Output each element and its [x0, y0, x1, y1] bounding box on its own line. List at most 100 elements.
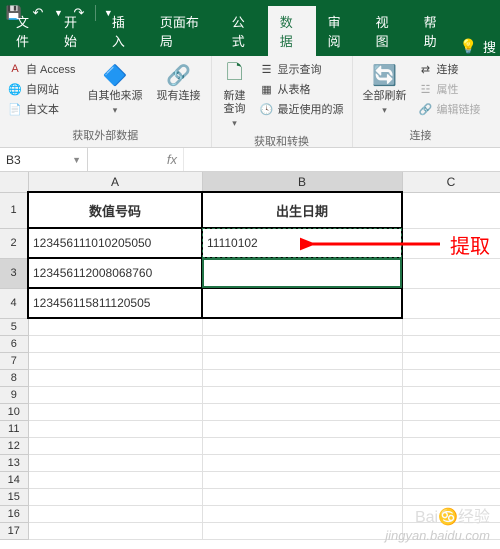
- cell[interactable]: [402, 403, 500, 420]
- formula-input[interactable]: [184, 148, 500, 171]
- cell[interactable]: [202, 488, 402, 505]
- cell[interactable]: [402, 369, 500, 386]
- cell[interactable]: [402, 437, 500, 454]
- cell-a1[interactable]: 数值号码: [28, 192, 202, 228]
- cell[interactable]: [202, 352, 402, 369]
- tab-view[interactable]: 视图: [364, 6, 412, 56]
- row-header[interactable]: 13: [0, 454, 28, 471]
- name-box[interactable]: B3 ▼: [0, 148, 88, 171]
- cell-a2[interactable]: 123456111010205050: [28, 228, 202, 258]
- cell[interactable]: [28, 420, 202, 437]
- tab-layout[interactable]: 页面布局: [148, 6, 220, 56]
- cell[interactable]: [202, 420, 402, 437]
- connections-button[interactable]: ⇄连接: [417, 60, 483, 78]
- edit-links-button[interactable]: 🔗编辑链接: [417, 100, 483, 118]
- cell[interactable]: [402, 471, 500, 488]
- row-header[interactable]: 11: [0, 420, 28, 437]
- existing-connections-button[interactable]: 🔗 现有连接: [153, 60, 205, 105]
- row-header[interactable]: 8: [0, 369, 28, 386]
- tab-review[interactable]: 审阅: [316, 6, 364, 56]
- recent-sources-button[interactable]: 🕓最近使用的源: [258, 100, 346, 118]
- col-header-c[interactable]: C: [402, 172, 500, 192]
- cell[interactable]: [28, 352, 202, 369]
- cell[interactable]: [202, 403, 402, 420]
- cell-c4[interactable]: [402, 288, 500, 318]
- cell-a3[interactable]: 123456112008068760: [28, 258, 202, 288]
- row-header[interactable]: 15: [0, 488, 28, 505]
- cell[interactable]: [28, 454, 202, 471]
- from-table-button[interactable]: ▦从表格: [258, 80, 346, 98]
- new-query-button[interactable]: 🗋 新建 查询 ▾: [218, 60, 252, 131]
- cell[interactable]: [202, 437, 402, 454]
- cell[interactable]: [402, 352, 500, 369]
- row-header[interactable]: 1: [0, 192, 28, 228]
- cell-b3[interactable]: [202, 258, 402, 288]
- cell[interactable]: [202, 335, 402, 352]
- cell[interactable]: [28, 437, 202, 454]
- row-header[interactable]: 6: [0, 335, 28, 352]
- cell[interactable]: [402, 318, 500, 335]
- cell[interactable]: [202, 471, 402, 488]
- row-header[interactable]: 3: [0, 258, 28, 288]
- group-transform: 🗋 新建 查询 ▾ ☰显示查询 ▦从表格 🕓最近使用的源 获取和转换: [212, 56, 353, 147]
- tab-data[interactable]: 数据: [268, 6, 316, 56]
- cell-a4[interactable]: 123456115811120505: [28, 288, 202, 318]
- cell[interactable]: [402, 454, 500, 471]
- cell-b1[interactable]: 出生日期: [202, 192, 402, 228]
- cell[interactable]: [28, 386, 202, 403]
- cell[interactable]: [402, 386, 500, 403]
- row-header[interactable]: 5: [0, 318, 28, 335]
- connections-icon: ⇄: [419, 62, 433, 76]
- col-header-a[interactable]: A: [28, 172, 202, 192]
- select-all-corner[interactable]: [0, 172, 28, 192]
- cell[interactable]: [28, 403, 202, 420]
- cell[interactable]: [28, 335, 202, 352]
- tab-insert[interactable]: 插入: [100, 6, 148, 56]
- from-web-button[interactable]: 🌐自网站: [6, 80, 78, 98]
- row-header[interactable]: 14: [0, 471, 28, 488]
- tell-me-icon[interactable]: 💡: [460, 38, 477, 55]
- cell[interactable]: [28, 369, 202, 386]
- cell[interactable]: [202, 386, 402, 403]
- show-queries-button[interactable]: ☰显示查询: [258, 60, 346, 78]
- cell[interactable]: [202, 454, 402, 471]
- cell[interactable]: [202, 505, 402, 522]
- cell[interactable]: [202, 318, 402, 335]
- cell-b4[interactable]: [202, 288, 402, 318]
- from-access-button[interactable]: A自 Access: [6, 60, 78, 78]
- formula-bar-row: B3 ▼ fx: [0, 148, 500, 172]
- cell[interactable]: [202, 522, 402, 539]
- from-other-button[interactable]: 🔷 自其他来源 ▾: [84, 60, 147, 118]
- cell[interactable]: [28, 471, 202, 488]
- chevron-down-icon[interactable]: ▼: [72, 155, 81, 165]
- cell-c1[interactable]: [402, 192, 500, 228]
- cell[interactable]: [402, 335, 500, 352]
- row-header[interactable]: 17: [0, 522, 28, 539]
- row-header[interactable]: 10: [0, 403, 28, 420]
- tab-file[interactable]: 文件: [4, 6, 52, 56]
- tab-formulas[interactable]: 公式: [220, 6, 268, 56]
- cell[interactable]: [28, 318, 202, 335]
- cell[interactable]: [28, 488, 202, 505]
- from-text-button[interactable]: 📄自文本: [6, 100, 78, 118]
- tab-help[interactable]: 帮助: [412, 6, 460, 56]
- spreadsheet-grid[interactable]: A B C 1 数值号码 出生日期 2 123456111010205050 1…: [0, 172, 500, 540]
- tab-home[interactable]: 开始: [52, 6, 100, 56]
- cell[interactable]: [28, 522, 202, 539]
- row-header[interactable]: 2: [0, 228, 28, 258]
- row-header[interactable]: 9: [0, 386, 28, 403]
- row-header[interactable]: 7: [0, 352, 28, 369]
- fx-area[interactable]: fx: [88, 148, 184, 171]
- row-header[interactable]: 12: [0, 437, 28, 454]
- cell[interactable]: [202, 369, 402, 386]
- row-header[interactable]: 16: [0, 505, 28, 522]
- cell[interactable]: [28, 505, 202, 522]
- refresh-all-button[interactable]: 🔄 全部刷新 ▾: [359, 60, 411, 118]
- row-header[interactable]: 4: [0, 288, 28, 318]
- col-header-b[interactable]: B: [202, 172, 402, 192]
- chevron-down-icon: ▾: [382, 105, 387, 116]
- cell-c3[interactable]: [402, 258, 500, 288]
- properties-button[interactable]: ☳属性: [417, 80, 483, 98]
- tell-me-text[interactable]: 搜: [483, 37, 496, 56]
- cell[interactable]: [402, 420, 500, 437]
